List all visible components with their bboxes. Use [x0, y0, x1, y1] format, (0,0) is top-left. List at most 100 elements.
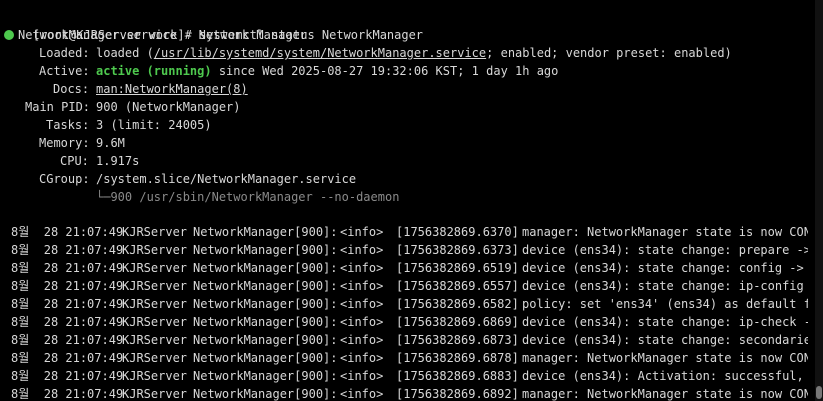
active-line: Active: active (running) since Wed 2025-… — [4, 62, 558, 80]
log-line: 8월 28 21:07:49 KJRServer NetworkManager[90… — [11, 331, 808, 349]
log-host: KJRServer — [122, 261, 188, 275]
log-line: 8월 28 21:07:49 KJRServer NetworkManager[90… — [11, 385, 808, 401]
log-date: 8월 28 21:07:49 — [11, 243, 124, 257]
loaded-line: Loaded: loaded (/usr/lib/systemd/system/… — [4, 44, 732, 62]
log-msg: manager: NetworkManager state is now CON — [522, 387, 808, 401]
log-msg: device (ens34): state change: secondarie — [522, 333, 808, 347]
log-proc: NetworkManager[900]: — [193, 369, 338, 383]
log-level: <info> — [340, 297, 384, 311]
tasks-label: Tasks: — [46, 118, 90, 132]
log-ts: [1756382869.6519] — [396, 261, 519, 275]
log-level: <info> — [340, 279, 384, 293]
log-date: 8월 28 21:07:49 — [11, 297, 124, 311]
log-proc: NetworkManager[900]: — [193, 297, 338, 311]
log-line: 8월 28 21:07:49 KJRServer NetworkManager[90… — [11, 313, 808, 331]
service-header: NetworkManager.service - Network Manager — [18, 28, 307, 42]
active-label: Active: — [39, 64, 90, 78]
log-line: 8월 28 21:07:49 KJRServer NetworkManager[90… — [11, 295, 808, 313]
log-date: 8월 28 21:07:49 — [11, 279, 124, 293]
log-line: 8월 28 21:07:49 KJRServer NetworkManager[90… — [11, 241, 808, 259]
log-msg: device (ens34): state change: prepare -> — [522, 243, 808, 257]
cgroup-child-line: └─900 /usr/sbin/NetworkManager --no-daem… — [4, 188, 399, 206]
log-date: 8월 28 21:07:49 — [11, 315, 124, 329]
cgroup-line: CGroup: /system.slice/NetworkManager.ser… — [4, 170, 356, 188]
log-ts: [1756382869.6892] — [396, 387, 519, 401]
docs-label: Docs: — [53, 82, 90, 96]
cpu-value: 1.917s — [96, 154, 140, 168]
log-msg: manager: NetworkManager state is now CON — [522, 225, 808, 239]
active-state: active (running) — [96, 64, 212, 78]
status-dot-icon — [4, 30, 14, 40]
log-proc: NetworkManager[900]: — [193, 315, 338, 329]
log-host: KJRServer — [122, 243, 188, 257]
loaded-suffix: ; enabled; vendor preset: enabled) — [486, 46, 732, 60]
log-level: <info> — [340, 387, 384, 401]
terminal-window[interactable]: [root@KJRServer work]# systemctl status … — [0, 0, 808, 401]
docs-line: Docs: man:NetworkManager(8) — [4, 80, 248, 98]
log-level: <info> — [340, 351, 384, 365]
cgroup-child: └─900 /usr/sbin/NetworkManager --no-daem… — [96, 190, 400, 204]
active-value: active (running) since Wed 2025-08-27 19… — [96, 62, 558, 80]
shell-prompt-line: [root@KJRServer work]# systemctl status … — [4, 8, 423, 42]
log-host: KJRServer — [122, 351, 188, 365]
log-ts: [1756382869.6873] — [396, 333, 519, 347]
cpu-line: CPU: 1.917s — [4, 152, 139, 170]
log-date: 8월 28 21:07:49 — [11, 351, 124, 365]
memory-value: 9.6M — [96, 136, 125, 150]
active-since: since Wed 2025-08-27 19:32:06 KST; 1 day… — [211, 64, 559, 78]
log-proc: NetworkManager[900]: — [193, 333, 338, 347]
log-host: KJRServer — [122, 297, 188, 311]
log-proc: NetworkManager[900]: — [193, 243, 338, 257]
log-proc: NetworkManager[900]: — [193, 387, 338, 401]
log-host: KJRServer — [122, 279, 188, 293]
log-host: KJRServer — [122, 333, 188, 347]
pid-line: Main PID: 900 (NetworkManager) — [4, 98, 241, 116]
log-line: 8월 28 21:07:49 KJRServer NetworkManager[90… — [11, 277, 808, 295]
log-host: KJRServer — [122, 369, 188, 383]
cgroup-value: /system.slice/NetworkManager.service — [96, 172, 357, 186]
log-ts: [1756382869.6869] — [396, 315, 519, 329]
tasks-value: 3 (limit: 24005) — [96, 118, 212, 132]
loaded-label: Loaded: — [39, 46, 90, 60]
log-host: KJRServer — [122, 225, 188, 239]
log-level: <info> — [340, 261, 384, 275]
log-ts: [1756382869.6557] — [396, 279, 519, 293]
log-ts: [1756382869.6370] — [396, 225, 519, 239]
memory-line: Memory: 9.6M — [4, 134, 125, 152]
log-level: <info> — [340, 333, 384, 347]
memory-label: Memory: — [39, 136, 90, 150]
log-host: KJRServer — [122, 387, 188, 401]
log-ts: [1756382869.6878] — [396, 351, 519, 365]
scrollbar-thumb[interactable] — [816, 386, 822, 399]
log-line: 8월 28 21:07:49 KJRServer NetworkManager[90… — [11, 349, 808, 367]
tasks-line: Tasks: 3 (limit: 24005) — [4, 116, 212, 134]
log-date: 8월 28 21:07:49 — [11, 369, 124, 383]
scrollbar[interactable] — [815, 0, 823, 401]
log-ts: [1756382869.6373] — [396, 243, 519, 257]
log-line: 8월 28 21:07:49 KJRServer NetworkManager[90… — [11, 223, 808, 241]
log-ts: [1756382869.6582] — [396, 297, 519, 311]
log-level: <info> — [340, 369, 384, 383]
docs-link[interactable]: man:NetworkManager(8) — [96, 80, 248, 98]
log-msg: device (ens34): state change: ip-config — [522, 279, 808, 293]
pid-label: Main PID: — [25, 100, 91, 114]
pid-value: 900 (NetworkManager) — [96, 100, 241, 114]
log-msg: device (ens34): state change: config -> — [522, 261, 808, 275]
cgroup-label: CGroup: — [39, 172, 90, 186]
log-proc: NetworkManager[900]: — [193, 279, 338, 293]
log-proc: NetworkManager[900]: — [193, 351, 338, 365]
service-header-line: NetworkManager.service - Network Manager — [0, 26, 307, 44]
loaded-value: loaded (/usr/lib/systemd/system/NetworkM… — [96, 44, 732, 62]
log-date: 8월 28 21:07:49 — [11, 387, 124, 401]
log-ts: [1756382869.6883] — [396, 369, 519, 383]
log-msg: device (ens34): state change: ip-check - — [522, 315, 808, 329]
log-msg: device (ens34): Activation: successful, — [522, 369, 808, 383]
log-host: KJRServer — [122, 315, 188, 329]
log-line: 8월 28 21:07:49 KJRServer NetworkManager[90… — [11, 367, 808, 385]
log-msg: manager: NetworkManager state is now CON — [522, 351, 808, 365]
log-proc: NetworkManager[900]: — [193, 261, 338, 275]
log-level: <info> — [340, 225, 384, 239]
loaded-path-link[interactable]: /usr/lib/systemd/system/NetworkManager.s… — [154, 46, 486, 60]
loaded-prefix: loaded ( — [96, 46, 154, 60]
log-msg: policy: set 'ens34' (ens34) as default f — [522, 297, 808, 311]
